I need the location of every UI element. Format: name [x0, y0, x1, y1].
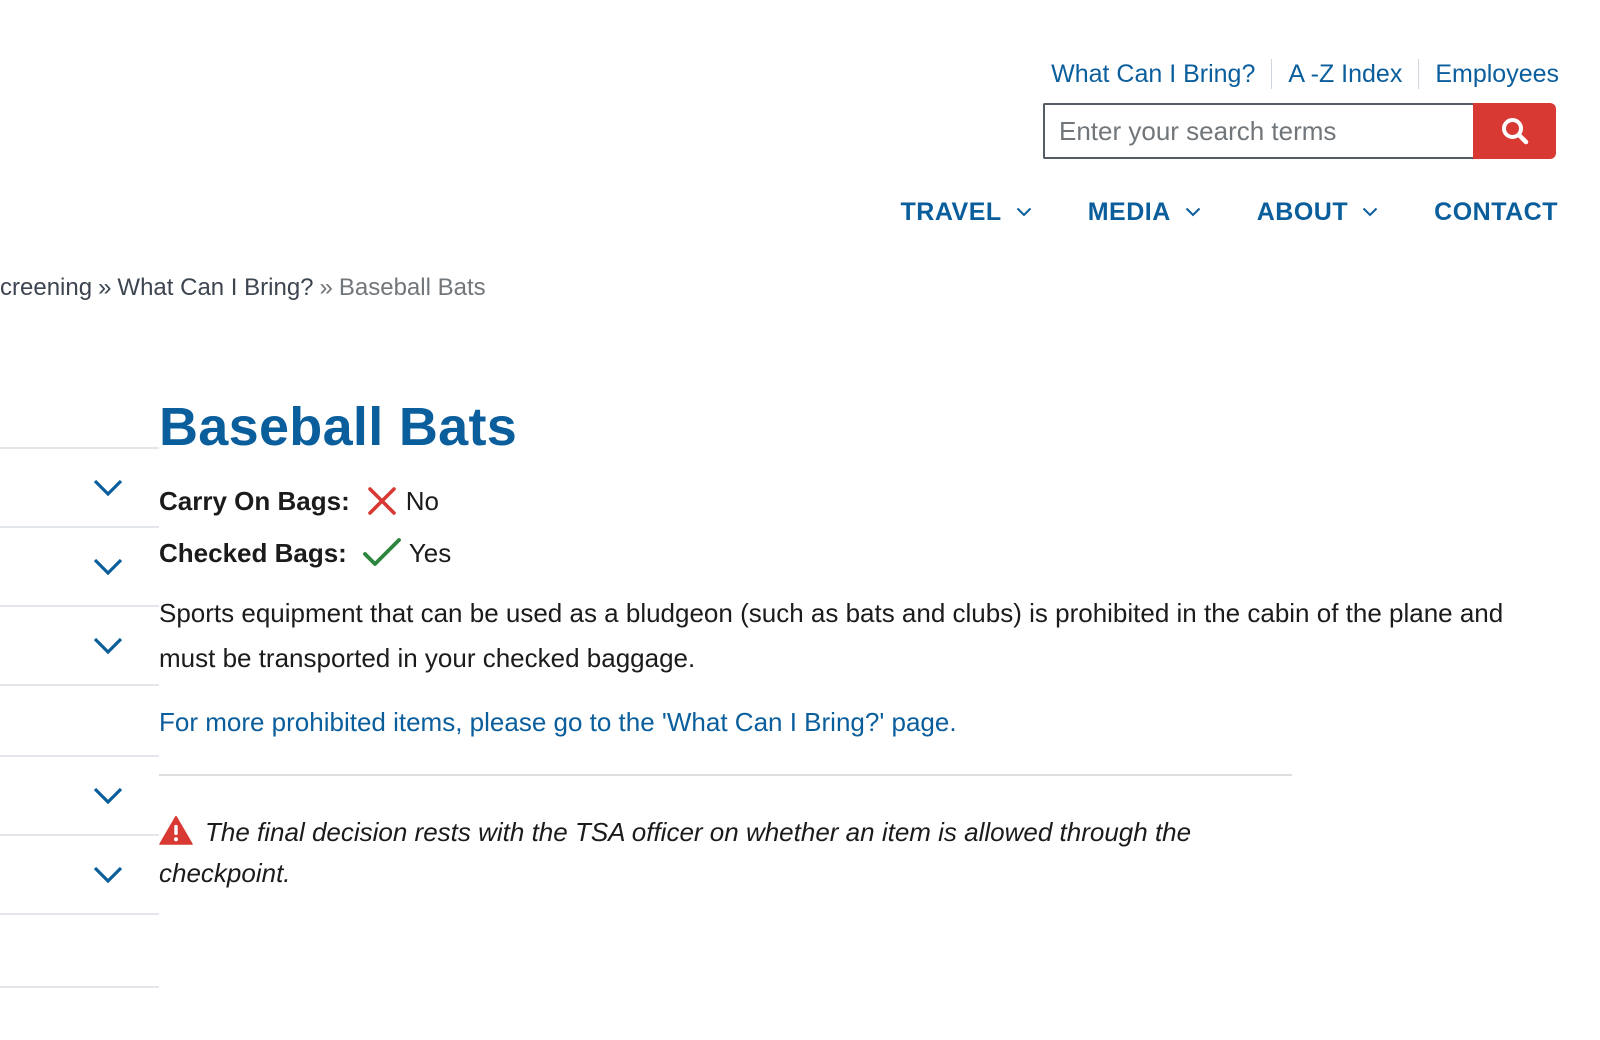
tsa-officer-note-text: The final decision rests with the TSA of… — [159, 817, 1192, 888]
sidebar-accordion-item[interactable] — [0, 605, 159, 684]
check-icon — [362, 538, 401, 568]
chevron-down-icon — [93, 637, 123, 655]
carry-on-value: No — [405, 485, 439, 516]
sidebar-accordion-item[interactable] — [0, 834, 159, 913]
chevron-down-icon — [1185, 207, 1201, 217]
chevron-down-icon — [93, 866, 123, 884]
utility-link-employees[interactable]: Employees — [1435, 60, 1559, 89]
chevron-down-icon — [93, 479, 123, 497]
utility-link-a-z-index[interactable]: A -Z Index — [1288, 60, 1402, 89]
checked-bags-value: Yes — [408, 537, 452, 568]
nav-contact[interactable]: CONTACT — [1434, 198, 1558, 227]
sidebar-accordion-item[interactable] — [0, 447, 159, 526]
nav-media[interactable]: MEDIA — [1088, 198, 1201, 227]
breadcrumb-separator: » — [319, 274, 333, 301]
checked-bags-status: Checked Bags: Yes — [159, 529, 1549, 577]
sidebar-item[interactable] — [0, 684, 159, 755]
utility-link-what-can-i-bring[interactable]: What Can I Bring? — [1051, 60, 1255, 89]
x-icon — [366, 485, 398, 517]
search-icon — [1500, 116, 1530, 146]
page-title: Baseball Bats — [159, 397, 518, 457]
breadcrumb-current: Baseball Bats — [338, 274, 486, 301]
carry-on-status: Carry On Bags: No — [159, 477, 1549, 525]
utility-divider — [1418, 59, 1420, 89]
breadcrumb: creening» What Can I Bring?» Baseball Bats — [0, 274, 486, 302]
chevron-down-icon — [93, 787, 123, 805]
chevron-down-icon — [1016, 207, 1032, 217]
search-button[interactable] — [1473, 103, 1556, 159]
tsa-officer-note: The final decision rests with the TSA of… — [159, 814, 1292, 892]
sidebar-accordion — [0, 447, 159, 988]
warning-icon — [159, 815, 193, 855]
item-description: Sports equipment that can be used as a b… — [159, 598, 1504, 673]
item-content: Baseball Bats Carry On Bags: No Checked … — [159, 393, 1549, 892]
chevron-down-icon — [1362, 207, 1378, 217]
sidebar-item[interactable] — [0, 913, 159, 986]
utility-nav: What Can I Bring? A -Z Index Employees — [1051, 56, 1559, 92]
carry-on-label: Carry On Bags: — [159, 485, 350, 516]
utility-divider — [1271, 59, 1273, 89]
sidebar-accordion-item[interactable] — [0, 526, 159, 605]
content-divider — [159, 774, 1292, 776]
sidebar-divider — [0, 986, 159, 988]
nav-media-label: MEDIA — [1087, 197, 1171, 226]
chevron-down-icon — [93, 558, 123, 576]
nav-about[interactable]: ABOUT — [1257, 198, 1378, 227]
nav-about-label: ABOUT — [1256, 197, 1349, 226]
nav-travel[interactable]: TRAVEL — [901, 198, 1032, 227]
nav-contact-label: CONTACT — [1434, 197, 1558, 226]
breadcrumb-link-what-can-i-bring[interactable]: What Can I Bring? — [117, 274, 313, 301]
nav-travel-label: TRAVEL — [900, 197, 1002, 226]
checked-bags-label: Checked Bags: — [159, 537, 347, 568]
breadcrumb-separator: » — [98, 274, 112, 301]
search-input[interactable] — [1043, 103, 1473, 159]
search-form — [1043, 103, 1556, 159]
more-prohibited-items-link[interactable]: For more prohibited items, please go to … — [159, 707, 1549, 738]
sidebar-accordion-item[interactable] — [0, 755, 159, 834]
main-nav: TRAVEL MEDIA ABOUT CONTACT — [901, 192, 1558, 232]
breadcrumb-link-screening[interactable]: creening — [0, 274, 92, 301]
